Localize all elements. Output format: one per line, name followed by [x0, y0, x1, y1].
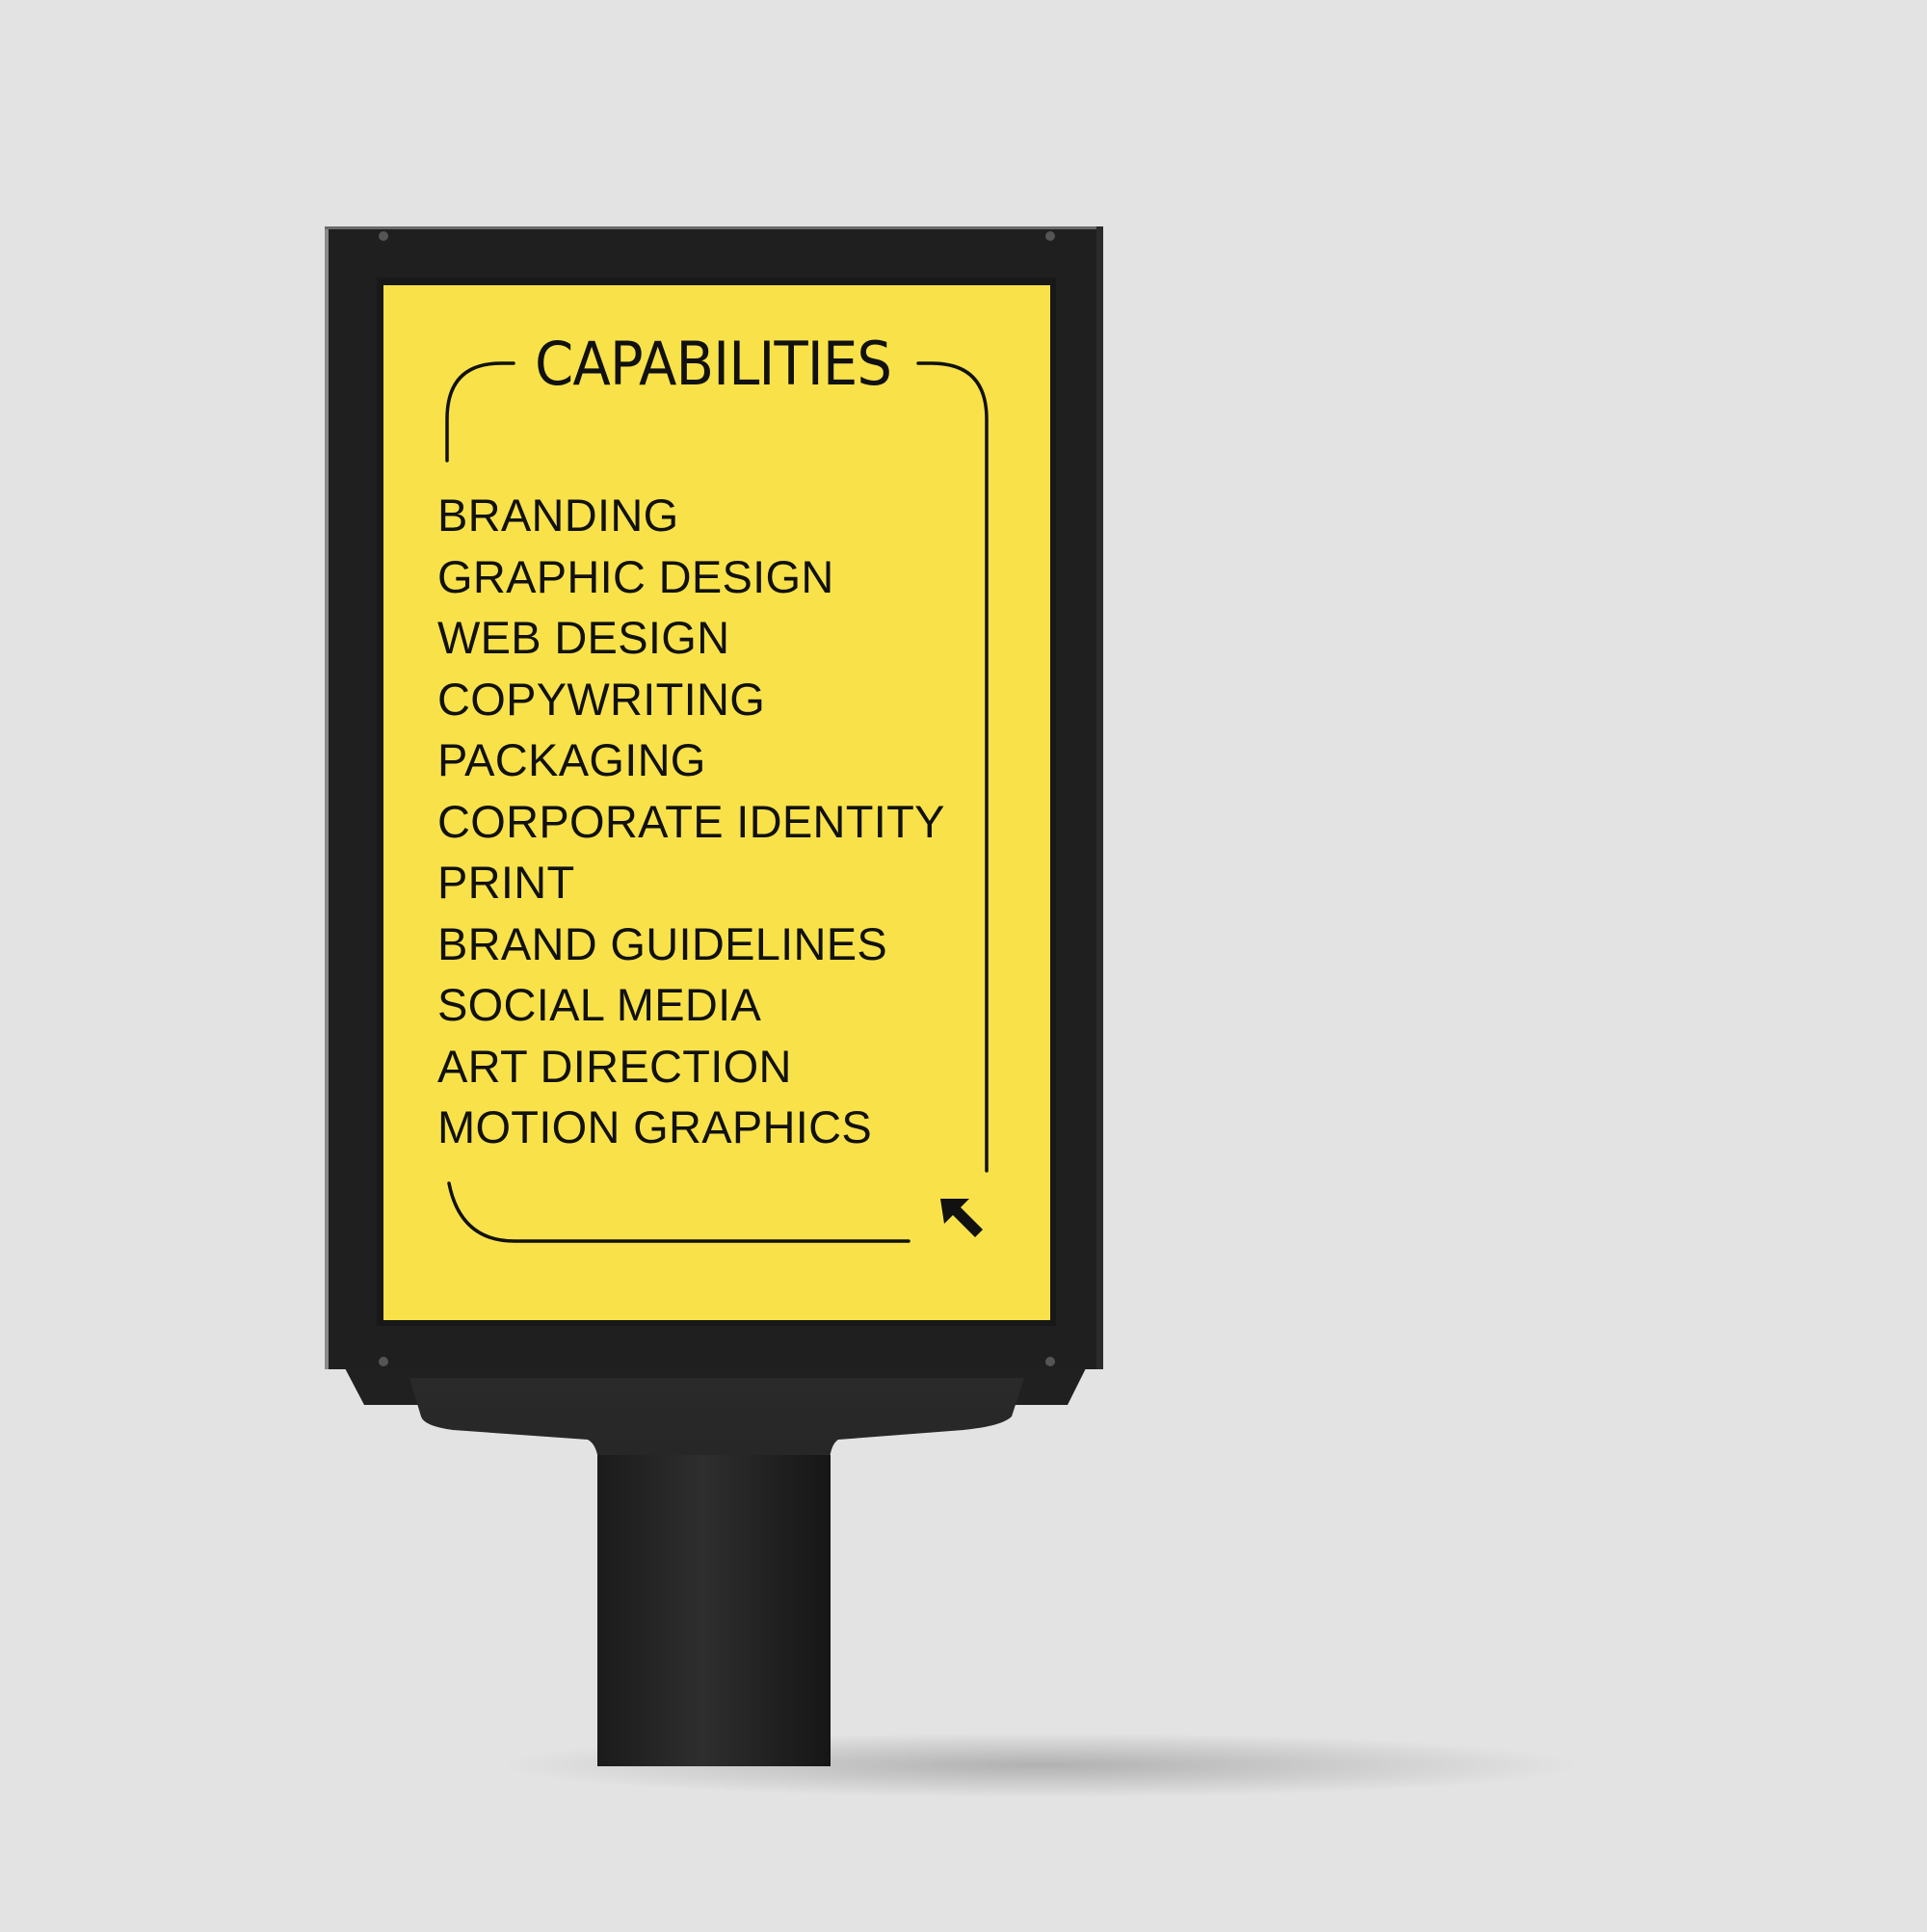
- capability-item: GRAPHIC DESIGN: [437, 550, 834, 602]
- capability-item: BRAND GUIDELINES: [437, 917, 888, 969]
- capability-item: PACKAGING: [437, 734, 706, 785]
- frame-screw: [379, 1357, 388, 1366]
- sign-illustration: [325, 226, 1580, 1798]
- capability-item: WEB DESIGN: [437, 612, 730, 663]
- sign-scene: CAPABILITIES BRANDING GRAPHIC DESIGN WEB…: [0, 0, 1927, 1927]
- capabilities-list: BRANDING GRAPHIC DESIGN WEB DESIGN COPYW…: [437, 485, 945, 1158]
- sign-post: [597, 1455, 831, 1766]
- frame-screw: [379, 231, 388, 241]
- capability-item: SOCIAL MEDIA: [437, 979, 762, 1030]
- capability-item: MOTION GRAPHICS: [437, 1101, 873, 1152]
- capability-item: ART DIRECTION: [437, 1040, 792, 1092]
- frame-screw: [1045, 1357, 1055, 1366]
- capability-item: COPYWRITING: [437, 673, 766, 725]
- capability-item: BRANDING: [437, 490, 679, 541]
- capability-item: PRINT: [437, 857, 575, 908]
- capability-item: CORPORATE IDENTITY: [437, 795, 945, 847]
- frame-screw: [1045, 231, 1055, 241]
- poster-title: CAPABILITIES: [535, 329, 892, 399]
